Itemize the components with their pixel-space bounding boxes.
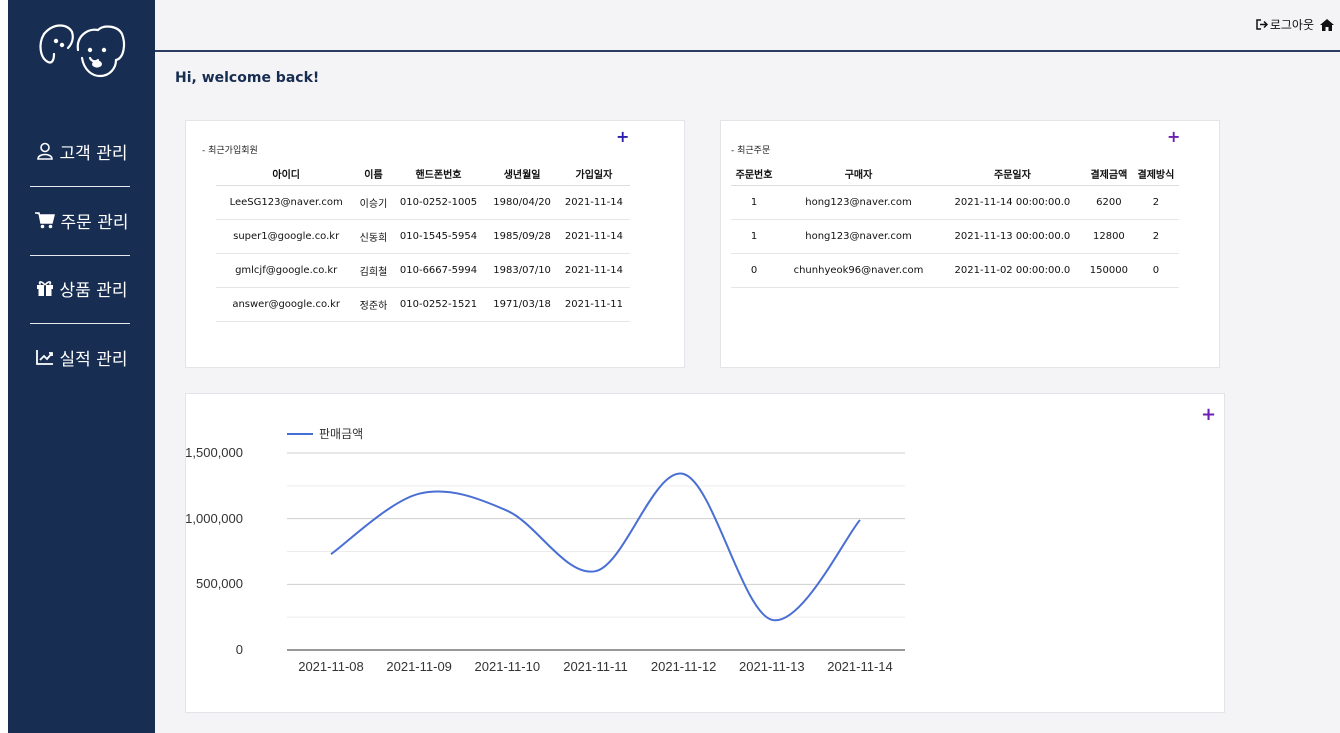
series-line[interactable]: [330, 472, 861, 621]
x-tick-label: 2021-11-12: [650, 659, 717, 674]
y-tick-label: 1,500,000: [185, 445, 243, 460]
x-tick-label: 2021-11-11: [563, 659, 628, 674]
x-tick-label: 2021-11-13: [739, 659, 805, 674]
y-tick-label: 1,000,000: [185, 510, 243, 526]
y-tick-label: 500,000: [196, 576, 243, 592]
x-tick-label: 2021-11-10: [474, 659, 541, 674]
x-tick-label: 2021-11-14: [827, 659, 893, 674]
sales-line-chart: [287, 452, 905, 651]
x-tick-label: 2021-11-09: [386, 659, 452, 674]
x-tick-label: 2021-11-08: [298, 659, 364, 674]
y-tick-label: 0: [235, 642, 243, 657]
